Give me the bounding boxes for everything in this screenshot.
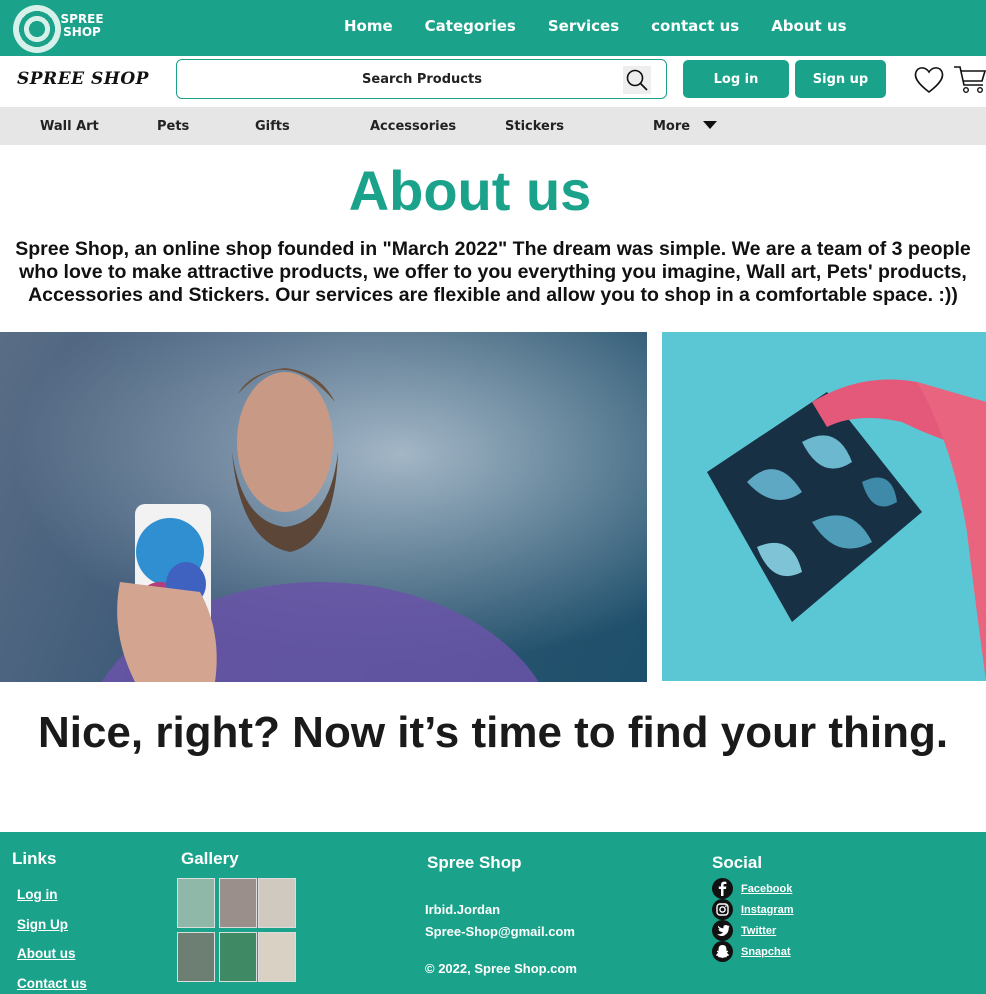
footer: Links Log in Sign Up About us Contact us… (0, 832, 986, 994)
search-bar (176, 59, 667, 99)
nav-contact-us[interactable]: contact us (651, 17, 739, 35)
facebook-icon (712, 878, 733, 899)
footer-shop-heading: Spree Shop (427, 853, 522, 872)
nav-categories[interactable]: Categories (425, 17, 516, 35)
category-wall-art[interactable]: Wall Art (40, 119, 99, 134)
nav-services[interactable]: Services (548, 17, 619, 35)
social-link-snapchat[interactable]: Snapchat (741, 946, 791, 958)
search-input[interactable] (187, 68, 657, 90)
instagram-icon (712, 899, 733, 920)
tagline: Nice, right? Now it’s time to find your … (37, 708, 949, 757)
cart-button[interactable] (953, 63, 986, 96)
footer-link-about[interactable]: About us (17, 946, 76, 961)
page-title: About us (348, 159, 592, 222)
social-link-instagram[interactable]: Instagram (741, 904, 794, 916)
nav-about-us[interactable]: About us (771, 17, 846, 35)
footer-link-login[interactable]: Log in (17, 887, 58, 902)
category-pets[interactable]: Pets (157, 119, 189, 134)
about-description: Spree Shop, an online shop founded in "M… (15, 238, 971, 306)
gallery-thumb[interactable] (219, 878, 257, 928)
social-facebook: Facebook (712, 878, 792, 899)
login-button[interactable]: Log in (683, 60, 789, 98)
footer-email: Spree-Shop@gmail.com (425, 924, 575, 939)
footer-social-heading: Social (712, 853, 763, 872)
gallery-thumb[interactable] (219, 932, 257, 982)
logo[interactable]: SPREE SHOP (13, 3, 104, 53)
social-snapchat: Snapchat (712, 941, 791, 962)
logo-text-line2: SHOP (63, 25, 101, 39)
cart-icon (954, 66, 986, 94)
about-photo-wall-art (662, 332, 986, 681)
category-stickers[interactable]: Stickers (505, 119, 564, 134)
social-link-twitter[interactable]: Twitter (741, 925, 776, 937)
twitter-icon (712, 920, 733, 941)
footer-link-signup[interactable]: Sign Up (17, 917, 68, 932)
gallery-thumb[interactable] (258, 878, 296, 928)
category-more[interactable]: More (653, 119, 690, 134)
social-instagram: Instagram (712, 899, 794, 920)
category-gifts[interactable]: Gifts (255, 119, 290, 134)
footer-location: Irbid.Jordan (425, 902, 501, 917)
search-button[interactable] (623, 66, 651, 94)
gallery-thumb[interactable] (177, 932, 215, 982)
footer-gallery-heading: Gallery (181, 849, 239, 868)
footer-copyright: © 2022, Spree Shop.com (425, 961, 577, 976)
category-bar: Wall Art Pets Gifts Accessories Stickers… (0, 107, 986, 145)
footer-link-contact[interactable]: Contact us (17, 976, 87, 991)
gallery-thumb[interactable] (258, 932, 296, 982)
social-twitter: Twitter (712, 920, 776, 941)
wishlist-button[interactable] (913, 64, 945, 96)
snapchat-icon (712, 941, 733, 962)
signup-button[interactable]: Sign up (795, 60, 886, 98)
brand-wordmark[interactable]: SPREE SHOP (17, 69, 149, 89)
main-nav: Home Categories Services contact us Abou… (344, 17, 879, 35)
search-icon (626, 69, 648, 91)
gallery-thumb[interactable] (177, 878, 215, 928)
category-accessories[interactable]: Accessories (370, 119, 456, 134)
logo-target-icon (13, 5, 61, 53)
chevron-down-icon[interactable] (703, 121, 717, 129)
heart-icon (914, 67, 944, 94)
top-nav-bar: SPREE SHOP Home Categories Services cont… (0, 0, 986, 56)
social-link-facebook[interactable]: Facebook (741, 883, 792, 895)
footer-links-heading: Links (12, 849, 57, 868)
about-photo-phone-case (0, 332, 647, 682)
nav-home[interactable]: Home (344, 17, 393, 35)
